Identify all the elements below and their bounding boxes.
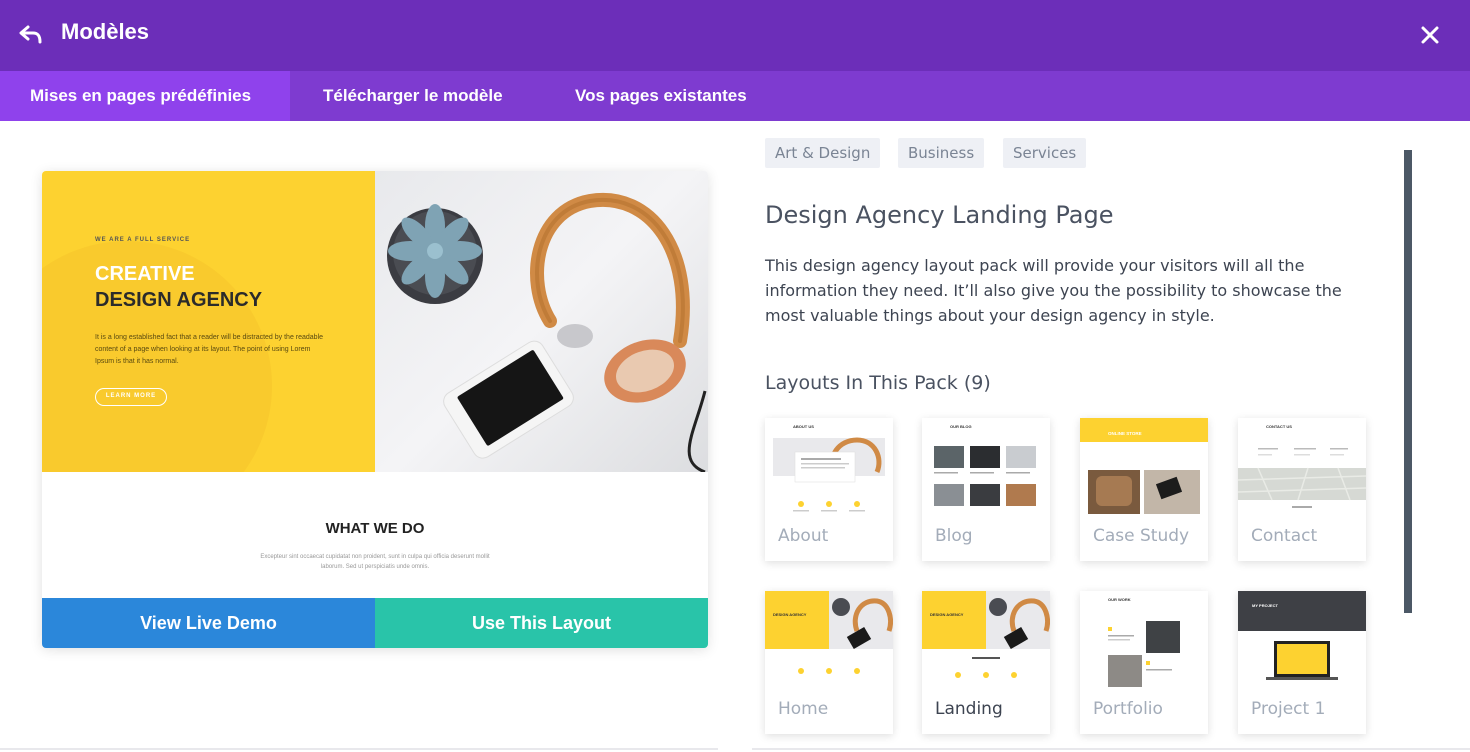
tag-art-design[interactable]: Art & Design (765, 138, 881, 168)
layout-thumb-image: OUR WORK (1080, 591, 1208, 687)
tag-services[interactable]: Services (1003, 138, 1087, 168)
preview-kicker: WE ARE A FULL SERVICE (95, 237, 191, 243)
preview-hero: WE ARE A FULL SERVICE CREATIVE DESIGN AG… (42, 171, 708, 472)
layout-thumb-label: Contact (1251, 526, 1318, 546)
pack-description: This design agency layout pack will prov… (765, 256, 1342, 325)
layout-thumb-contact[interactable]: CONTACT US Contact (1238, 418, 1366, 561)
pack-title: Design Agency Landing Page (765, 201, 1114, 229)
layout-thumb-case-study[interactable]: ONLINE STORE Case Study (1080, 418, 1208, 561)
layout-thumb-image: CONTACT US (1238, 418, 1366, 514)
layout-thumb-home[interactable]: DESIGN AGENCY Home (765, 591, 893, 734)
thumb-mini-title: DESIGN AGENCY (930, 612, 964, 617)
preview-hero-left: WE ARE A FULL SERVICE CREATIVE DESIGN AG… (42, 171, 375, 472)
layout-thumb-label: About (778, 526, 829, 546)
layout-thumb-image: MY PROJECT (1238, 591, 1366, 687)
thumb-mini-title: OUR BLOG (950, 424, 972, 429)
back-arrow-icon[interactable] (18, 22, 44, 48)
layout-thumb-label: Home (778, 699, 829, 719)
thumb-mini-title: ABOUT US (793, 424, 814, 429)
preview-headline-2: DESIGN AGENCY (95, 289, 263, 311)
layout-thumb-blog[interactable]: OUR BLOG Blog (922, 418, 1050, 561)
layout-thumb-label: Case Study (1093, 526, 1190, 546)
thumb-mini-title: OUR WORK (1108, 597, 1131, 602)
tab-upload-template[interactable]: Télécharger le modèle (290, 71, 550, 121)
divider (752, 748, 1470, 750)
layout-thumb-portfolio[interactable]: OUR WORK Portfolio (1080, 591, 1208, 734)
preview-body: It is a long established fact that a rea… (95, 334, 324, 365)
use-this-layout-button[interactable]: Use This Layout (375, 598, 708, 648)
layout-thumb-image: OUR BLOG (922, 418, 1050, 514)
preview-learn-more: LEARN MORE (95, 388, 167, 406)
layout-thumb-project-1[interactable]: MY PROJECT Project 1 (1238, 591, 1366, 734)
thumb-mini-title: DESIGN AGENCY (773, 612, 807, 617)
preview-hero-photo (375, 171, 708, 472)
thumb-mini-title: CONTACT US (1266, 424, 1292, 429)
modal-title: Modèles (61, 19, 150, 44)
view-live-demo-button[interactable]: View Live Demo (42, 598, 375, 648)
layouts-heading: Layouts In This Pack (9) (765, 372, 991, 394)
layout-thumb-about[interactable]: ABOUT US About (765, 418, 893, 561)
preview-section-title: WHAT WE DO (325, 520, 425, 537)
layout-thumb-image: DESIGN AGENCY (765, 591, 893, 687)
layout-thumb-image: ONLINE STORE (1080, 418, 1208, 514)
layout-thumb-label: Landing (935, 699, 1003, 719)
divider (0, 748, 718, 750)
thumb-mini-title: ONLINE STORE (1108, 431, 1142, 436)
thumb-mini-title: MY PROJECT (1252, 603, 1278, 608)
modal-header: Modèles (0, 0, 1470, 71)
tab-existing-pages[interactable]: Vos pages existantes (550, 71, 810, 121)
layout-thumb-label: Project 1 (1251, 699, 1326, 719)
preview-lower-section: WHAT WE DO Excepteur sint occaecat cupid… (42, 472, 708, 598)
preview-section-body: Excepteur sint occaecat cupidatat non pr… (260, 554, 490, 570)
layout-thumb-landing[interactable]: DESIGN AGENCY Landing (922, 591, 1050, 734)
preview-headline-1: CREATIVE (95, 263, 195, 285)
headphones-succulent-photo (387, 192, 707, 472)
tag-business[interactable]: Business (898, 138, 985, 168)
close-icon[interactable] (1418, 23, 1442, 47)
layout-thumb-label: Portfolio (1093, 699, 1163, 719)
layout-thumb-image: DESIGN AGENCY (922, 591, 1050, 687)
scrollbar-thumb[interactable] (1404, 150, 1412, 613)
tab-predefined-layouts[interactable]: Mises en pages prédéfinies (0, 71, 290, 121)
layout-thumb-image: ABOUT US (765, 418, 893, 514)
tab-bar: Mises en pages prédéfinies Télécharger l… (0, 71, 1470, 121)
layout-thumb-label: Blog (935, 526, 973, 546)
layout-preview-card: WE ARE A FULL SERVICE CREATIVE DESIGN AG… (42, 171, 708, 648)
